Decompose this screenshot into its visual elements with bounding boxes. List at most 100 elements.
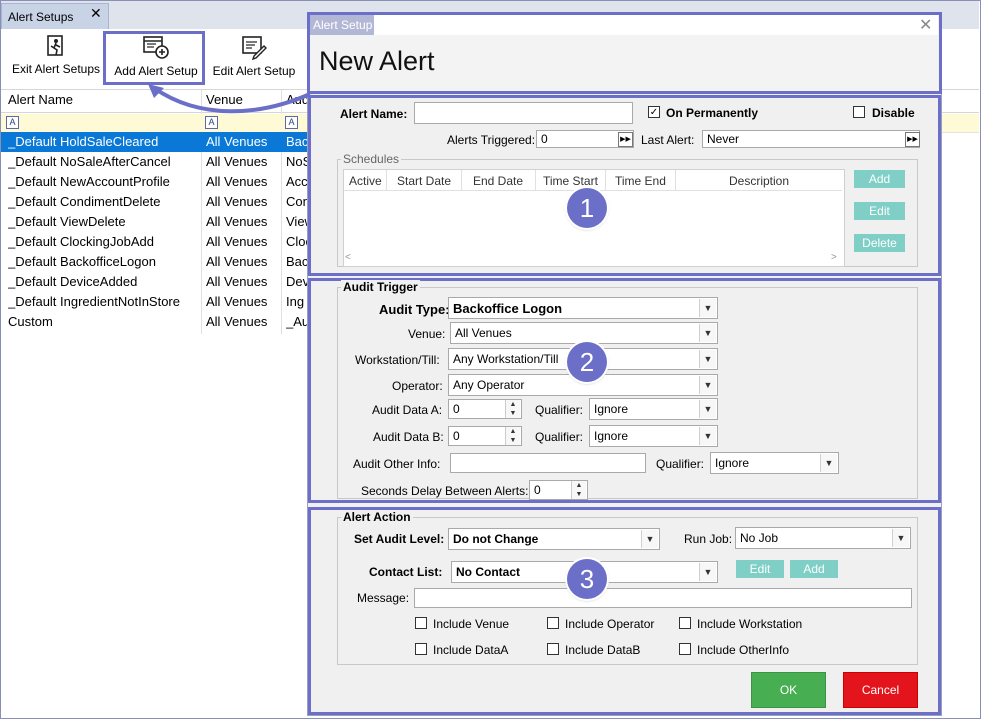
scroll-left-icon[interactable]: < bbox=[345, 252, 351, 263]
exit-alert-setups-button[interactable]: Exit Alert Setups bbox=[8, 34, 104, 86]
venue-label: Venue: bbox=[408, 327, 446, 341]
col-divider bbox=[675, 170, 676, 190]
table-row[interactable]: _Default BackofficeLogon All Venues Bac bbox=[1, 252, 309, 272]
chevron-down-icon: ▼ bbox=[699, 324, 716, 342]
venue-cell: All Venues bbox=[206, 134, 268, 149]
table-row[interactable]: _Default NewAccountProfile All Venues Acc bbox=[1, 172, 309, 192]
col-divider bbox=[461, 170, 462, 190]
audit-cell: NoS bbox=[286, 154, 308, 169]
venue-cell: All Venues bbox=[206, 194, 268, 209]
table-row[interactable]: _Default CondimentDelete All Venues Con bbox=[1, 192, 309, 212]
alert-name-cell: _Default NoSaleAfterCancel bbox=[8, 154, 171, 169]
column-header-alert-name[interactable]: Alert Name bbox=[8, 92, 73, 107]
spin-down-icon[interactable]: ▼ bbox=[505, 409, 520, 418]
include-data-b-checkbox[interactable] bbox=[547, 643, 559, 655]
col-divider bbox=[605, 170, 606, 190]
venue-select[interactable]: All Venues ▼ bbox=[450, 322, 718, 344]
qualifier-other-select[interactable]: Ignore ▼ bbox=[710, 452, 839, 474]
callout-arrow bbox=[148, 84, 311, 114]
scroll-right-icon[interactable]: > bbox=[831, 252, 837, 263]
callout-3: 3 bbox=[567, 559, 607, 599]
close-icon[interactable]: ✕ bbox=[90, 5, 102, 22]
fast-forward-icon[interactable]: ▶▶ bbox=[618, 132, 633, 147]
last-alert-field: Never bbox=[702, 130, 920, 148]
filter-icon[interactable]: A bbox=[6, 116, 19, 129]
include-other-info-checkbox[interactable] bbox=[679, 643, 691, 655]
col-time-start: Time Start bbox=[543, 174, 598, 188]
spin-up-icon[interactable]: ▲ bbox=[505, 427, 520, 436]
qualifier-b-select[interactable]: Ignore ▼ bbox=[589, 425, 718, 447]
workstation-value: Any Workstation/Till bbox=[453, 352, 559, 366]
include-workstation-checkbox[interactable] bbox=[679, 617, 691, 629]
include-operator-checkbox[interactable] bbox=[547, 617, 559, 629]
qualifier-other-value: Ignore bbox=[715, 456, 750, 470]
set-audit-level-value: Do not Change bbox=[453, 532, 539, 546]
schedule-add-button[interactable]: Add bbox=[854, 170, 905, 188]
spin-up-icon[interactable]: ▲ bbox=[505, 400, 520, 409]
qualifier-a-select[interactable]: Ignore ▼ bbox=[589, 398, 718, 420]
col-active: Active bbox=[349, 174, 382, 188]
cancel-button[interactable]: Cancel bbox=[843, 672, 918, 708]
include-data-a-checkbox[interactable] bbox=[415, 643, 427, 655]
spin-up-icon[interactable]: ▲ bbox=[571, 481, 586, 490]
ok-button[interactable]: OK bbox=[751, 672, 826, 708]
table-row[interactable]: _Default NoSaleAfterCancel All Venues NoS bbox=[1, 152, 309, 172]
col-end-date: End Date bbox=[473, 174, 524, 188]
set-audit-level-select[interactable]: Do not Change ▼ bbox=[448, 528, 660, 550]
alert-name-input[interactable] bbox=[414, 102, 633, 124]
edit-alert-setup-button[interactable]: Edit Alert Setup bbox=[208, 34, 300, 86]
alert-name-cell: _Default ClockingJobAdd bbox=[8, 234, 154, 249]
on-permanently-label: On Permanently bbox=[666, 106, 759, 120]
audit-type-select[interactable]: Backoffice Logon ▼ bbox=[448, 297, 718, 319]
chevron-down-icon: ▼ bbox=[699, 427, 716, 445]
venue-cell: All Venues bbox=[206, 314, 268, 329]
add-button-highlight bbox=[103, 31, 205, 85]
chevron-down-icon: ▼ bbox=[892, 529, 909, 547]
contact-edit-button[interactable]: Edit bbox=[736, 560, 784, 578]
contact-add-button[interactable]: Add bbox=[790, 560, 838, 578]
schedule-delete-button[interactable]: Delete bbox=[854, 234, 905, 252]
audit-cell: Ing bbox=[286, 294, 305, 309]
schedule-edit-button[interactable]: Edit bbox=[854, 202, 905, 220]
audit-cell: Cloc bbox=[286, 234, 308, 249]
qualifier-other-label: Qualifier: bbox=[656, 457, 705, 471]
table-row[interactable]: _Default HoldSaleCleared All Venues Bac bbox=[1, 132, 309, 152]
message-label: Message: bbox=[357, 591, 410, 605]
alert-name-cell: _Default HoldSaleCleared bbox=[8, 134, 159, 149]
venue-cell: All Venues bbox=[206, 254, 268, 269]
table-row[interactable]: _Default ClockingJobAdd All Venues Cloc bbox=[1, 232, 309, 252]
audit-data-b-value: 0 bbox=[453, 429, 460, 443]
disable-checkbox[interactable] bbox=[853, 106, 865, 118]
last-alert-label: Last Alert: bbox=[641, 133, 695, 147]
spin-down-icon[interactable]: ▼ bbox=[505, 436, 520, 445]
table-row[interactable]: _Default DeviceAdded All Venues Dev bbox=[1, 272, 309, 292]
qualifier-b-label: Qualifier: bbox=[535, 430, 584, 444]
alert-name-cell: _Default BackofficeLogon bbox=[8, 254, 156, 269]
include-venue-checkbox[interactable] bbox=[415, 617, 427, 629]
table-row[interactable]: Custom All Venues _Au bbox=[1, 312, 309, 332]
audit-other-info-input[interactable] bbox=[450, 453, 646, 473]
audit-cell: View bbox=[286, 214, 308, 229]
col-description: Description bbox=[729, 174, 790, 188]
spin-down-icon[interactable]: ▼ bbox=[571, 490, 586, 499]
table-row[interactable]: _Default ViewDelete All Venues View bbox=[1, 212, 309, 232]
chevron-down-icon: ▼ bbox=[699, 299, 716, 317]
message-input[interactable] bbox=[414, 588, 912, 608]
fast-forward-icon[interactable]: ▶▶ bbox=[905, 132, 920, 147]
audit-cell: Dev bbox=[286, 274, 308, 289]
run-job-select[interactable]: No Job ▼ bbox=[735, 527, 911, 549]
exit-icon bbox=[47, 35, 63, 56]
audit-data-b-spinner[interactable]: 0 ▲ ▼ bbox=[448, 426, 522, 446]
audit-cell: Acc bbox=[286, 174, 308, 189]
audit-data-a-spinner[interactable]: 0 ▲ ▼ bbox=[448, 399, 522, 419]
audit-other-info-label: Audit Other Info: bbox=[353, 457, 441, 471]
table-row[interactable]: _Default IngredientNotInStore All Venues I… bbox=[1, 292, 309, 312]
chevron-down-icon: ▼ bbox=[699, 350, 716, 368]
operator-value: Any Operator bbox=[453, 378, 525, 392]
alert-action-title: Alert Action bbox=[341, 510, 413, 524]
delay-spinner[interactable]: 0 ▲ ▼ bbox=[529, 480, 588, 500]
include-operator-label: Include Operator bbox=[565, 617, 655, 631]
venue-cell: All Venues bbox=[206, 214, 268, 229]
audit-cell: _Au bbox=[286, 314, 308, 329]
on-permanently-checkbox[interactable]: ✓ bbox=[648, 106, 660, 118]
